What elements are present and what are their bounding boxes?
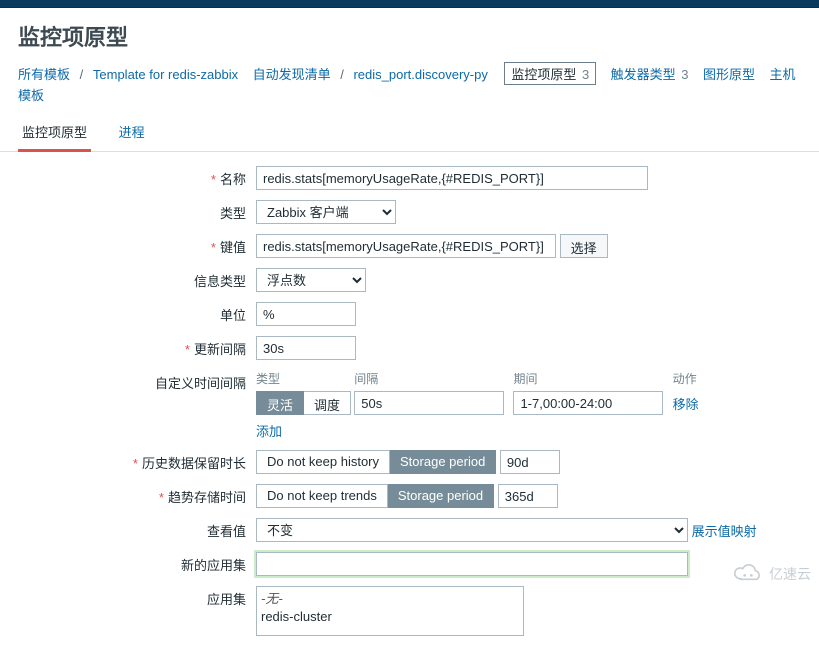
add-link[interactable]: 添加 (256, 424, 282, 439)
label-custom-interval: 自定义时间间隔 (155, 376, 246, 391)
trends-toggle[interactable]: Do not keep trends Storage period (256, 484, 494, 508)
bc-discovery-list[interactable]: 自动发现清单 (253, 67, 331, 82)
remove-link[interactable]: 移除 (673, 397, 699, 412)
seg-history-storage[interactable]: Storage period (390, 450, 496, 474)
bc-template[interactable]: Template for redis-zabbix (93, 67, 238, 82)
breadcrumb: 所有模板 / Template for redis-zabbix 自动发现清单 … (0, 62, 819, 110)
interval-value-input[interactable] (354, 391, 504, 415)
seg-scheduling[interactable]: 调度 (304, 391, 351, 415)
th-period: 期间 (513, 370, 672, 387)
label-new-app: 新的应用集 (181, 558, 246, 573)
bc-sep: / (80, 67, 84, 82)
label-unit: 单位 (220, 308, 246, 323)
watermark: 亿速云 (731, 564, 811, 584)
history-toggle[interactable]: Do not keep history Storage period (256, 450, 496, 474)
seg-trends-no-keep[interactable]: Do not keep trends (256, 484, 388, 508)
interval-type-toggle[interactable]: 灵活 调度 (256, 391, 351, 415)
top-bar (0, 0, 819, 8)
type-select[interactable]: Zabbix 客户端 (256, 200, 396, 224)
new-application-input[interactable] (256, 552, 688, 576)
info-type-select[interactable]: 浮点数 (256, 268, 366, 292)
cloud-icon (731, 564, 765, 584)
seg-flexible[interactable]: 灵活 (256, 391, 304, 415)
label-update: 更新间隔 (194, 342, 246, 357)
applications-listbox[interactable]: -无- redis-cluster (256, 586, 524, 636)
seg-history-no-keep[interactable]: Do not keep history (256, 450, 390, 474)
form: *名称 类型 Zabbix 客户端 *键值 选择 信息类型 浮点数 单位 *更新… (0, 152, 819, 660)
page-title: 监控项原型 (0, 8, 819, 62)
th-interval: 间隔 (354, 370, 513, 387)
bc-tab-graph-proto[interactable]: 图形原型 (703, 67, 755, 82)
seg-trends-storage[interactable]: Storage period (388, 484, 494, 508)
label-history: 历史数据保留时长 (142, 456, 246, 471)
label-name: 名称 (220, 172, 246, 187)
update-interval-input[interactable] (256, 336, 356, 360)
bc-tab-item-proto[interactable]: 监控项原型 3 (504, 62, 596, 85)
label-app: 应用集 (207, 592, 246, 607)
show-value-mapping-link[interactable]: 展示值映射 (692, 521, 757, 540)
label-info-type: 信息类型 (194, 274, 246, 289)
custom-interval-table: 类型 间隔 期间 动作 灵活 调度 移除 添加 (256, 370, 708, 440)
tab-process[interactable]: 进程 (115, 114, 149, 149)
bc-discovery-rule[interactable]: redis_port.discovery-py (353, 67, 487, 82)
interval-period-input[interactable] (513, 391, 663, 415)
label-trends: 趋势存储时间 (168, 490, 246, 505)
label-type: 类型 (220, 206, 246, 221)
tab-item-prototype[interactable]: 监控项原型 (18, 114, 91, 152)
bc-sep: / (340, 67, 344, 82)
label-show-value: 查看值 (207, 524, 246, 539)
app-option-none[interactable]: -无- (257, 587, 523, 608)
history-period-input[interactable] (500, 450, 560, 474)
name-input[interactable] (256, 166, 648, 190)
label-key: 键值 (220, 240, 246, 255)
sub-tabs: 监控项原型 进程 (0, 114, 819, 152)
bc-all-templates[interactable]: 所有模板 (18, 67, 70, 82)
trends-period-input[interactable] (498, 484, 558, 508)
select-button[interactable]: 选择 (560, 234, 608, 258)
show-value-select[interactable]: 不变 (256, 518, 688, 542)
unit-input[interactable] (256, 302, 356, 326)
th-action: 动作 (673, 370, 708, 387)
app-option-redis-cluster[interactable]: redis-cluster (257, 608, 523, 625)
bc-tab-trigger-proto[interactable]: 触发器类型 (611, 67, 676, 82)
key-input[interactable] (256, 234, 556, 258)
th-type: 类型 (256, 370, 354, 387)
